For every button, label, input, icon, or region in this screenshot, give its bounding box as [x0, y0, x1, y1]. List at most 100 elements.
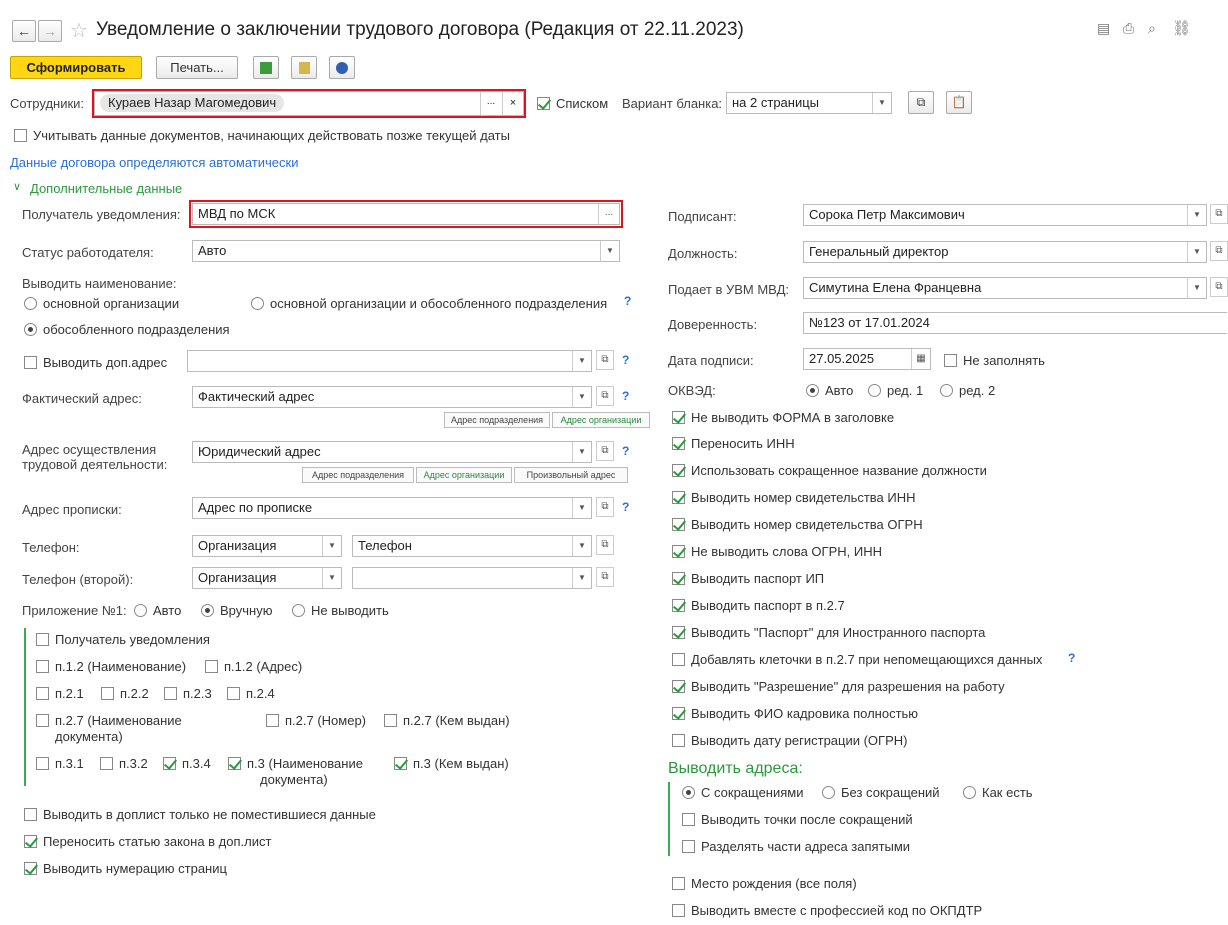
phone2-open-icon[interactable]: ⧉	[596, 567, 614, 587]
p22-checkbox[interactable]	[101, 687, 114, 700]
extra-address-checkbox[interactable]	[24, 356, 37, 369]
position-select[interactable]: Генеральный директор ▼	[803, 241, 1207, 263]
p27-name-checkbox[interactable]	[36, 714, 49, 727]
appendix-auto-radio[interactable]	[134, 604, 147, 617]
save-icon[interactable]: ▤	[1097, 20, 1110, 37]
p21-checkbox[interactable]	[36, 687, 49, 700]
p24-checkbox[interactable]	[227, 687, 240, 700]
back-button[interactable]: ←	[12, 20, 36, 42]
appendix-manual-radio[interactable]	[201, 604, 214, 617]
calendar-icon[interactable]: ▦	[911, 349, 930, 369]
check-ogrn-cert[interactable]	[672, 518, 685, 531]
variant-select[interactable]: на 2 страницы ▼	[726, 92, 892, 114]
check-short-position[interactable]	[672, 464, 685, 477]
addr-dots-checkbox[interactable]	[682, 813, 695, 826]
p34-checkbox[interactable]	[163, 757, 176, 770]
help-icon[interactable]: ?	[1068, 651, 1075, 665]
sign-date-field[interactable]: 27.05.2025 ▦	[803, 348, 931, 370]
radio-main-org[interactable]	[24, 297, 37, 310]
p27-num-checkbox[interactable]	[266, 714, 279, 727]
preview-icon[interactable]: ⌕	[1148, 20, 1156, 37]
check-no-ogrn-inn-words[interactable]	[672, 545, 685, 558]
p12-addr-checkbox[interactable]	[205, 660, 218, 673]
radio-main-and-sub[interactable]	[251, 297, 264, 310]
extra-address-select[interactable]: ▼	[187, 350, 592, 372]
reg-address-open-icon[interactable]: ⧉	[596, 497, 614, 517]
check-ip-passport[interactable]	[672, 572, 685, 585]
addr-without-abbr-radio[interactable]	[822, 786, 835, 799]
check-move-inn[interactable]	[672, 437, 685, 450]
print-button[interactable]: Печать...	[156, 56, 238, 79]
phone2-select[interactable]: ▼	[352, 567, 592, 589]
p32-checkbox[interactable]	[100, 757, 113, 770]
check-add-cells[interactable]	[672, 653, 685, 666]
link-icon[interactable]: ⛓	[1172, 19, 1191, 37]
work-address-select[interactable]: Юридический адрес ▼	[192, 441, 592, 463]
list-checkbox[interactable]	[537, 97, 550, 110]
check-ogrn-reg-date[interactable]	[672, 734, 685, 747]
forward-button[interactable]: →	[38, 20, 62, 42]
phone-open-icon[interactable]: ⧉	[596, 535, 614, 555]
okved-red2-radio[interactable]	[940, 384, 953, 397]
export-excel-button[interactable]	[253, 56, 279, 79]
generate-button[interactable]: Сформировать	[10, 56, 142, 79]
work-org-address-button[interactable]: Адрес организации	[416, 467, 512, 483]
no-fill-checkbox[interactable]	[944, 354, 957, 367]
work-sub-address-button[interactable]: Адрес подразделения	[302, 467, 414, 483]
addr-with-abbr-radio[interactable]	[682, 786, 695, 799]
appendix-none-radio[interactable]	[292, 604, 305, 617]
help-icon[interactable]: ?	[624, 294, 631, 308]
okved-auto-radio[interactable]	[806, 384, 819, 397]
p23-checkbox[interactable]	[164, 687, 177, 700]
signer-select[interactable]: Сорока Петр Максимович ▼	[803, 204, 1207, 226]
check-work-permit[interactable]	[672, 680, 685, 693]
help-icon[interactable]: ?	[622, 389, 629, 403]
extra-address-open-icon[interactable]: ⧉	[596, 350, 614, 370]
actual-org-address-button[interactable]: Адрес организации	[552, 412, 650, 428]
phone-source-select[interactable]: Организация ▼	[192, 535, 342, 557]
phone2-source-select[interactable]: Организация ▼	[192, 567, 342, 589]
p27-issued-checkbox[interactable]	[384, 714, 397, 727]
app-recipient-checkbox[interactable]	[36, 633, 49, 646]
chevron-down-icon[interactable]: ∨	[13, 180, 21, 193]
future-docs-checkbox[interactable]	[14, 129, 27, 142]
export-word-button[interactable]	[291, 56, 317, 79]
p31-checkbox[interactable]	[36, 757, 49, 770]
print-icon[interactable]: ⎙	[1123, 20, 1134, 37]
actual-address-open-icon[interactable]: ⧉	[596, 386, 614, 406]
auto-data-link[interactable]: Данные договора определяются автоматичес…	[10, 155, 298, 170]
signer-open-icon[interactable]: ⧉	[1210, 204, 1228, 224]
addr-as-is-radio[interactable]	[963, 786, 976, 799]
help-icon[interactable]: ?	[622, 444, 629, 458]
radio-sub[interactable]	[24, 323, 37, 336]
p3-issued-checkbox[interactable]	[394, 757, 407, 770]
star-icon[interactable]: ☆	[70, 18, 88, 43]
p12-name-checkbox[interactable]	[36, 660, 49, 673]
power-field[interactable]: №123 от 17.01.2024	[803, 312, 1227, 334]
phone-select[interactable]: Телефон ▼	[352, 535, 592, 557]
reg-address-select[interactable]: Адрес по прописке ▼	[192, 497, 592, 519]
uvm-select[interactable]: Симутина Елена Францевна ▼	[803, 277, 1207, 299]
actual-address-select[interactable]: Фактический адрес ▼	[192, 386, 592, 408]
check-no-form-header[interactable]	[672, 411, 685, 424]
copy-button[interactable]: ⧉	[908, 91, 934, 114]
move-law-article-checkbox[interactable]	[24, 835, 37, 848]
employer-status-select[interactable]: Авто ▼	[192, 240, 620, 262]
check-hr-full-name[interactable]	[672, 707, 685, 720]
additional-section-header[interactable]: Дополнительные данные	[30, 181, 182, 196]
paste-button[interactable]: 📋	[946, 91, 972, 114]
work-address-open-icon[interactable]: ⧉	[596, 441, 614, 461]
uvm-open-icon[interactable]: ⧉	[1210, 277, 1228, 297]
check-inn-cert[interactable]	[672, 491, 685, 504]
settings-button[interactable]	[329, 56, 355, 79]
actual-sub-address-button[interactable]: Адрес подразделения	[444, 412, 550, 428]
okved-red1-radio[interactable]	[868, 384, 881, 397]
birth-place-checkbox[interactable]	[672, 877, 685, 890]
check-foreign-passport[interactable]	[672, 626, 685, 639]
p3-name-checkbox[interactable]	[228, 757, 241, 770]
work-custom-address-button[interactable]: Произвольный адрес	[514, 467, 628, 483]
help-icon[interactable]: ?	[622, 500, 629, 514]
position-open-icon[interactable]: ⧉	[1210, 241, 1228, 261]
help-icon[interactable]: ?	[622, 353, 629, 367]
page-numbering-checkbox[interactable]	[24, 862, 37, 875]
